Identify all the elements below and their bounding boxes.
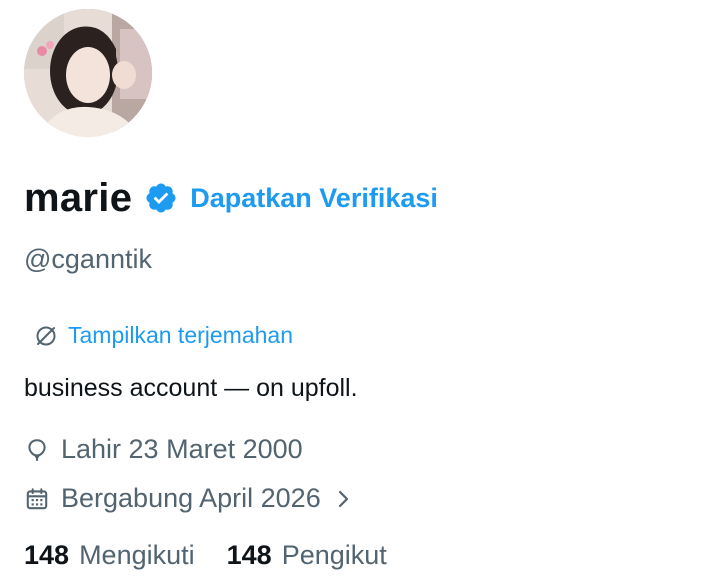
avatar-photo: [24, 9, 152, 137]
balloon-icon: [24, 437, 50, 463]
profile-avatar[interactable]: [24, 9, 152, 137]
verified-check-icon[interactable]: [144, 181, 178, 215]
following-count: 148: [24, 540, 70, 570]
followers-stat[interactable]: 148 Pengikut: [227, 540, 387, 571]
follow-stats: 148 Mengikuti 148 Pengikut: [24, 540, 387, 571]
name-row: marie Dapatkan Verifikasi: [24, 172, 438, 224]
chevron-right-icon: [335, 486, 353, 512]
get-verified-link[interactable]: Dapatkan Verifikasi: [190, 183, 438, 214]
show-translation-label: Tampilkan terjemahan: [68, 322, 294, 348]
followers-label: Pengikut: [281, 540, 387, 570]
joined-date-text: Bergabung April 2026: [61, 483, 321, 513]
profile-bio: business account — on upfoll.: [24, 374, 358, 402]
joined-date-row[interactable]: Bergabung April 2026: [24, 483, 353, 514]
calendar-icon: [24, 486, 50, 512]
followers-count: 148: [226, 540, 272, 570]
following-stat[interactable]: 148 Mengikuti: [24, 540, 195, 571]
user-handle: @cganntik: [24, 244, 152, 274]
translate-icon: [34, 324, 58, 348]
display-name: marie: [24, 175, 133, 220]
show-translation-button[interactable]: Tampilkan terjemahan: [34, 322, 293, 349]
birth-date-row: Lahir 23 Maret 2000: [24, 434, 303, 465]
birth-date-text: Lahir 23 Maret 2000: [61, 434, 303, 464]
following-label: Mengikuti: [79, 540, 195, 570]
